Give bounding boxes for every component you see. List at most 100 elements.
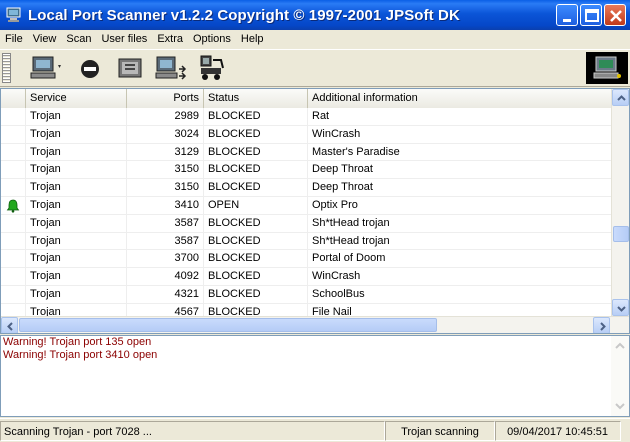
column-header-info[interactable]: Additional information bbox=[308, 89, 611, 108]
scroll-right-button[interactable] bbox=[593, 317, 610, 333]
row-status: BLOCKED bbox=[204, 161, 308, 179]
row-service: Trojan bbox=[26, 250, 127, 268]
log-vertical-scrollbar[interactable] bbox=[611, 336, 629, 416]
scan-computer-icon bbox=[30, 56, 61, 79]
column-header-ports[interactable]: Ports bbox=[127, 89, 204, 108]
row-info: WinCrash bbox=[312, 270, 361, 283]
row-service: Trojan bbox=[26, 268, 127, 285]
row-info: Rat bbox=[312, 110, 330, 122]
table-row[interactable]: Trojan 3024 BLOCKED WinCrash bbox=[1, 125, 611, 144]
table-row[interactable]: Trojan 2989 BLOCKED Rat bbox=[1, 108, 611, 126]
list-horizontal-thumb[interactable] bbox=[19, 318, 437, 332]
row-status: BLOCKED bbox=[204, 179, 308, 196]
menu-user-files[interactable]: User files bbox=[96, 30, 152, 49]
close-button[interactable] bbox=[604, 4, 626, 26]
scroll-down-button[interactable] bbox=[612, 299, 629, 316]
row-info: Deep Throat bbox=[312, 163, 373, 176]
row-icon-cell bbox=[1, 161, 26, 179]
row-status: BLOCKED bbox=[204, 125, 308, 143]
row-service: Trojan bbox=[26, 125, 127, 143]
menu-options[interactable]: Options bbox=[188, 30, 236, 49]
log-line: Warning! Trojan port 135 open bbox=[3, 336, 152, 348]
row-status: BLOCKED bbox=[204, 232, 308, 250]
row-info: Sh*tHead trojan bbox=[312, 234, 390, 247]
menu-scan[interactable]: Scan bbox=[61, 30, 96, 49]
row-service: Trojan bbox=[26, 179, 127, 196]
row-status: BLOCKED bbox=[204, 250, 308, 268]
row-icon-cell bbox=[1, 179, 26, 196]
row-info: Optix Pro bbox=[312, 198, 358, 211]
row-status: BLOCKED bbox=[204, 214, 308, 232]
row-info: SchoolBus bbox=[312, 287, 365, 300]
list-vertical-scrollbar[interactable] bbox=[611, 89, 629, 317]
column-header-service[interactable]: Service bbox=[26, 89, 127, 108]
minimize-button[interactable] bbox=[556, 4, 578, 26]
row-port: 3024 bbox=[127, 125, 204, 143]
menu-file[interactable]: File bbox=[0, 30, 28, 49]
status-bar: Scanning Trojan - port 7028 ... Trojan s… bbox=[0, 418, 630, 442]
port-list-view[interactable]: Service Ports Status Additional informat… bbox=[0, 88, 630, 334]
table-row[interactable]: Trojan 3150 BLOCKED Deep Throat bbox=[1, 161, 611, 180]
scroll-left-button[interactable] bbox=[1, 317, 18, 333]
status-mode: Trojan scanning bbox=[385, 421, 495, 441]
toolbar bbox=[0, 49, 630, 87]
menu-extra[interactable]: Extra bbox=[152, 30, 188, 49]
menu-bar: File View Scan User files Extra Options … bbox=[0, 30, 630, 49]
trojan-button[interactable] bbox=[198, 54, 226, 82]
window-title: Local Port Scanner v1.2.2 Copyright © 19… bbox=[28, 6, 460, 24]
table-row[interactable]: Trojan 3150 BLOCKED Deep Throat bbox=[1, 179, 611, 197]
menu-help[interactable]: Help bbox=[236, 30, 269, 49]
row-icon-cell bbox=[1, 250, 26, 268]
column-header-status[interactable]: Status bbox=[204, 89, 308, 108]
status-datetime: 09/04/2017 10:45:51 bbox=[495, 421, 621, 441]
chevron-left-icon bbox=[7, 322, 13, 331]
title-bar[interactable]: Local Port Scanner v1.2.2 Copyright © 19… bbox=[0, 0, 630, 30]
row-service: Trojan bbox=[26, 161, 127, 179]
row-service: Trojan bbox=[26, 232, 127, 250]
row-port: 3587 bbox=[127, 214, 204, 232]
row-info: Master's Paradise bbox=[312, 145, 400, 158]
row-info: WinCrash bbox=[312, 127, 361, 140]
table-row[interactable]: Trojan 3587 BLOCKED Sh*tHead trojan bbox=[1, 214, 611, 233]
table-row[interactable]: Trojan 3700 BLOCKED Portal of Doom bbox=[1, 250, 611, 269]
table-row[interactable]: Trojan 4092 BLOCKED WinCrash bbox=[1, 268, 611, 286]
list-header: Service Ports Status Additional informat… bbox=[1, 89, 611, 108]
table-row[interactable]: Trojan 3587 BLOCKED Sh*tHead trojan bbox=[1, 232, 611, 251]
table-row[interactable]: Trojan 3129 BLOCKED Master's Paradise bbox=[1, 143, 611, 162]
scroll-up-button[interactable] bbox=[612, 89, 629, 106]
scan-computer-button[interactable] bbox=[30, 54, 66, 82]
table-row[interactable]: Trojan 3410 OPEN Optix Pro bbox=[1, 196, 611, 215]
table-row[interactable]: Trojan 4321 BLOCKED SchoolBus bbox=[1, 285, 611, 304]
bell-icon bbox=[6, 199, 20, 213]
port-list-button[interactable] bbox=[155, 54, 189, 82]
app-logo-icon bbox=[586, 52, 628, 84]
stop-button[interactable] bbox=[78, 54, 102, 82]
chevron-up-icon bbox=[617, 95, 626, 101]
toolbar-grip[interactable] bbox=[2, 53, 11, 83]
row-icon-cell bbox=[1, 108, 26, 125]
trojan-icon bbox=[200, 55, 224, 80]
log-pane[interactable]: Warning! Trojan port 135 open Warning! T… bbox=[0, 335, 630, 417]
row-icon-cell bbox=[1, 285, 26, 303]
row-service: Trojan bbox=[26, 108, 127, 125]
row-info: Portal of Doom bbox=[312, 252, 386, 265]
row-service: Trojan bbox=[26, 214, 127, 232]
row-port: 3129 bbox=[127, 143, 204, 161]
row-port: 3410 bbox=[127, 196, 204, 214]
app-computer-icon[interactable] bbox=[6, 7, 22, 23]
row-icon-cell bbox=[1, 196, 26, 214]
maximize-button[interactable] bbox=[580, 4, 602, 26]
user-file-button[interactable] bbox=[116, 54, 146, 82]
row-icon-cell bbox=[1, 268, 26, 285]
list-horizontal-scrollbar[interactable] bbox=[1, 316, 629, 333]
row-status: BLOCKED bbox=[204, 143, 308, 161]
menu-view[interactable]: View bbox=[28, 30, 62, 49]
list-vertical-thumb[interactable] bbox=[613, 226, 629, 242]
chevron-right-icon bbox=[600, 322, 606, 331]
row-status: OPEN bbox=[204, 196, 308, 214]
row-icon-cell bbox=[1, 214, 26, 232]
port-list-icon bbox=[155, 56, 187, 80]
row-status: BLOCKED bbox=[204, 108, 308, 125]
row-port: 2989 bbox=[127, 108, 204, 125]
column-header-icon[interactable] bbox=[1, 89, 26, 108]
